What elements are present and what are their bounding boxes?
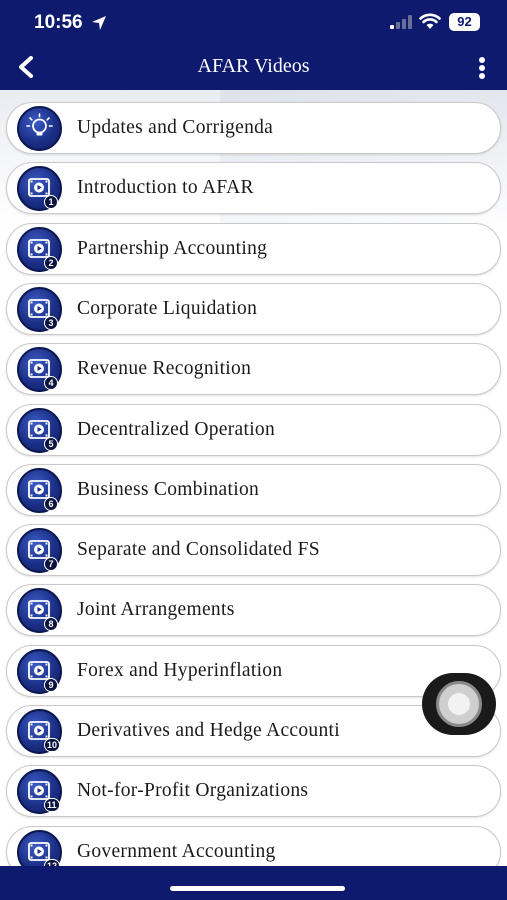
page-title: AFAR Videos: [197, 55, 310, 77]
item-number-badge: 7: [44, 557, 58, 572]
bottom-bar: [0, 866, 507, 900]
list-item[interactable]: 4 Revenue Recognition: [6, 343, 501, 396]
video-play-icon: 10: [17, 709, 62, 754]
status-time: 10:56: [34, 12, 83, 33]
lightbulb-icon: [17, 106, 62, 151]
status-bar: 10:56 92: [0, 0, 507, 44]
list-item-label: Decentralized Operation: [77, 418, 276, 440]
item-number-badge: 3: [44, 315, 58, 330]
list-item-label: Separate and Consolidated FS: [77, 539, 320, 561]
nav-bar: AFAR Videos: [0, 44, 507, 90]
list-item[interactable]: Updates and Corrigenda: [6, 102, 501, 154]
list-item[interactable]: 12 Government Accounting: [6, 825, 501, 866]
home-indicator[interactable]: [170, 886, 345, 891]
list-item-label: Forex and Hyperinflation: [77, 659, 283, 681]
location-arrow-icon: [92, 16, 106, 30]
list-item[interactable]: 7 Separate and Consolidated FS: [6, 524, 501, 577]
cellular-signal-icon: [390, 15, 412, 29]
list-item-label: Corporate Liquidation: [77, 297, 258, 319]
list-item[interactable]: 11 Not-for-Profit Organizations: [6, 765, 501, 818]
video-play-icon: 4: [17, 347, 62, 393]
list-item[interactable]: 6 Business Combination: [6, 463, 501, 516]
assistive-touch-button[interactable]: [422, 673, 496, 735]
video-play-icon: 7: [17, 528, 62, 574]
list-item-label: Government Accounting: [77, 840, 276, 862]
item-number-badge: 11: [44, 798, 60, 813]
item-number-badge: 10: [44, 738, 61, 752]
video-play-icon: 8: [17, 588, 62, 634]
video-play-icon: 1: [17, 166, 62, 212]
list-item[interactable]: 2 Partnership Accounting: [6, 222, 501, 275]
video-play-icon: 9: [17, 648, 62, 694]
list-item-label: Introduction to AFAR: [77, 177, 254, 199]
video-play-icon: 6: [17, 467, 62, 513]
list-item-label: Not-for-Profit Organizations: [77, 780, 309, 802]
battery-indicator: 92: [449, 13, 480, 31]
item-number-badge: 6: [44, 496, 58, 511]
list-item-label: Updates and Corrigenda: [77, 117, 274, 138]
list-item-label: Revenue Recognition: [77, 358, 252, 380]
list-item-label: Joint Arrangements: [77, 599, 235, 621]
top-bar: 10:56 92 AFAR Videos: [0, 0, 507, 90]
list-item-label: Partnership Accounting: [77, 237, 268, 259]
video-play-icon: 11: [17, 769, 62, 815]
video-play-icon: 5: [17, 407, 62, 453]
wifi-icon: [419, 13, 441, 29]
list-item-label: Derivatives and Hedge Accounti: [77, 720, 340, 741]
video-play-icon: 3: [17, 286, 62, 332]
more-options-button[interactable]: [470, 53, 494, 83]
video-play-icon: 2: [17, 226, 62, 272]
item-number-badge: 5: [44, 436, 58, 451]
list-item[interactable]: 8 Joint Arrangements: [6, 584, 501, 637]
more-vertical-icon: [479, 57, 485, 79]
list-item-label: Business Combination: [77, 478, 260, 500]
item-number-badge: 9: [44, 677, 58, 692]
list-item[interactable]: 1 Introduction to AFAR: [6, 162, 501, 215]
item-number-badge: 2: [44, 255, 58, 270]
list-item[interactable]: 5 Decentralized Operation: [6, 403, 501, 456]
video-play-icon: 12: [17, 829, 62, 866]
video-list[interactable]: Updates and Corrigenda 1 Introduction to A…: [0, 90, 507, 866]
list-item[interactable]: 3 Corporate Liquidation: [6, 282, 501, 335]
